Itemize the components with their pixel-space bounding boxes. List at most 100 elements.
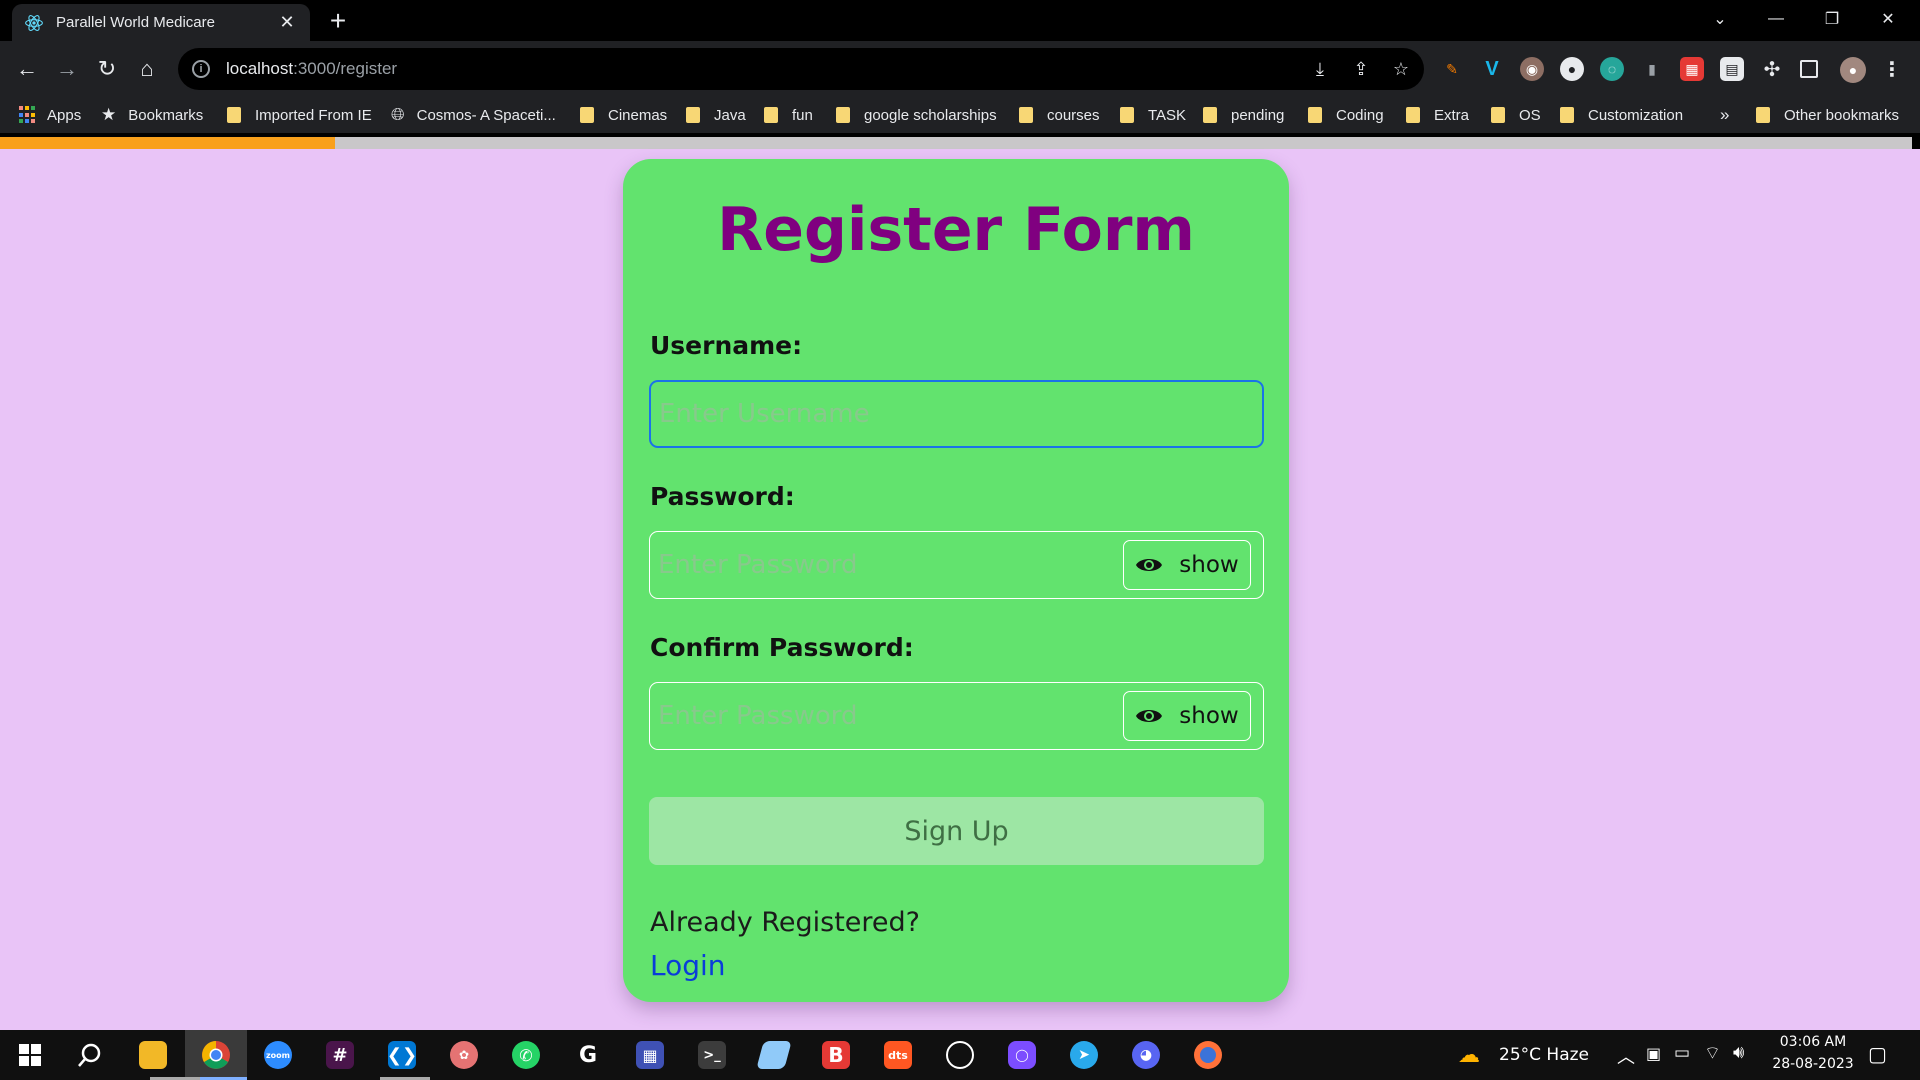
star-icon: ★ [101, 105, 117, 124]
volume-icon[interactable]: 🔊︎ [1733, 1042, 1744, 1063]
slack-icon[interactable]: # [320, 1035, 360, 1075]
share-icon[interactable]: ⇪ [1350, 58, 1372, 80]
reload-icon[interactable]: ↻ [89, 51, 125, 87]
tray-overflow-icon[interactable]: ︿ [1617, 1043, 1635, 1069]
circle-extension-icon[interactable]: ● [1560, 57, 1584, 81]
close-window-button[interactable]: ✕ [1860, 0, 1916, 38]
site-info-icon[interactable]: i [192, 60, 210, 78]
menu-kebab-icon[interactable]: ⋮ [1880, 57, 1904, 81]
folder-icon [1019, 107, 1033, 123]
bookmark-google-scholarships[interactable]: google scholarships [836, 97, 997, 133]
wifi-icon[interactable]: ⌔ [1704, 1042, 1721, 1065]
folder-icon [836, 107, 850, 123]
bookmark-task[interactable]: TASK [1120, 97, 1186, 133]
zoom-icon[interactable]: zoom [258, 1035, 298, 1075]
telegram-icon[interactable]: ➤ [1064, 1035, 1104, 1075]
bookmark-fun[interactable]: fun [764, 97, 813, 133]
new-tab-button[interactable]: + [323, 6, 353, 36]
bookmark-cosmos[interactable]: 🌐︎ Cosmos- A Spaceti... [391, 97, 556, 133]
bookmark-imported-from-ie[interactable]: Imported From IE [227, 97, 372, 133]
bookmark-label: Extra [1434, 106, 1470, 124]
bookmark-label: OS [1519, 106, 1541, 124]
b-app-icon[interactable]: B [816, 1035, 856, 1075]
bookmark-label: Cinemas [608, 106, 668, 124]
extensions-puzzle-icon[interactable]: ✣ [1760, 57, 1784, 81]
browser-tab[interactable]: Parallel World Medicare ✕ [12, 4, 310, 41]
tab-search-icon[interactable]: ⌄ [1692, 0, 1748, 38]
already-registered-text: Already Registered? [650, 907, 920, 938]
show-label: show [1179, 552, 1239, 578]
notifications-icon[interactable]: ▢ [1868, 1042, 1887, 1066]
obs-icon[interactable] [940, 1035, 980, 1075]
restore-button[interactable]: ❐ [1804, 0, 1860, 38]
bookmark-apps[interactable]: Apps [19, 97, 81, 133]
bookmark-bookmarks[interactable]: ★ Bookmarks [101, 97, 203, 133]
bookmark-java[interactable]: Java [686, 97, 746, 133]
clock-time[interactable]: 03:06 AM [1776, 1034, 1850, 1050]
pin-extension-icon[interactable]: ▮ [1640, 57, 1664, 81]
firefox-icon[interactable] [1188, 1035, 1228, 1075]
minimize-button[interactable]: — [1748, 0, 1804, 38]
profile-avatar[interactable]: ● [1840, 57, 1866, 83]
whatsapp-icon[interactable]: ✆ [506, 1035, 546, 1075]
weather-icon[interactable]: ☁ [1458, 1043, 1480, 1068]
start-icon[interactable] [10, 1035, 50, 1075]
bookmark-star-icon[interactable]: ☆ [1390, 58, 1412, 80]
close-tab-icon[interactable]: ✕ [276, 12, 298, 33]
bookmark-other-bookmarks[interactable]: Other bookmarks [1756, 97, 1899, 133]
folder-icon [1120, 107, 1134, 123]
bookmark-label: pending [1231, 106, 1285, 124]
address-bar[interactable]: i localhost:3000/register ⤓ ⇪ ☆ [178, 48, 1424, 90]
folder-icon [580, 107, 594, 123]
eraser-icon[interactable] [754, 1035, 794, 1075]
file-explorer-icon[interactable] [133, 1035, 173, 1075]
note-extension-icon[interactable]: ▤ [1720, 57, 1744, 81]
side-panel-icon[interactable] [1800, 60, 1818, 78]
calculator-icon[interactable]: ▦ [630, 1035, 670, 1075]
meet-icon[interactable]: ▣ [1646, 1044, 1661, 1063]
discord-icon[interactable]: ◕ [1126, 1035, 1166, 1075]
grammarly-icon[interactable]: G [568, 1035, 608, 1075]
username-input[interactable] [659, 382, 1262, 446]
grid-extension-icon[interactable]: ▦ [1680, 57, 1704, 81]
terminal-icon[interactable]: >_ [692, 1035, 732, 1075]
bookmarks-overflow-button[interactable]: » [1720, 97, 1729, 133]
vimeo-extension-icon[interactable]: V [1480, 57, 1504, 81]
bookmark-os[interactable]: OS [1491, 97, 1541, 133]
install-app-icon[interactable]: ⤓ [1309, 58, 1331, 80]
confirm-password-input[interactable] [658, 683, 1123, 749]
purple-app-icon[interactable]: ◯ [1002, 1035, 1042, 1075]
page-load-progress [0, 137, 1912, 149]
back-icon[interactable]: ← [9, 51, 45, 87]
password-input[interactable] [658, 532, 1123, 598]
dts-icon[interactable]: dts [878, 1035, 918, 1075]
folder-icon [1406, 107, 1420, 123]
bookmark-extra[interactable]: Extra [1406, 97, 1469, 133]
forward-icon[interactable]: → [49, 51, 85, 87]
chrome-icon[interactable] [196, 1035, 236, 1075]
search-icon[interactable] [70, 1035, 110, 1075]
login-link[interactable]: Login [650, 949, 726, 982]
bookmark-courses[interactable]: courses [1019, 97, 1100, 133]
sign-up-button[interactable]: Sign Up [649, 797, 1264, 865]
chat-extension-icon[interactable]: ◌ [1600, 57, 1624, 81]
show-confirm-password-button[interactable]: show [1123, 691, 1251, 741]
bookmark-pending[interactable]: pending [1203, 97, 1284, 133]
bookmark-cinemas[interactable]: Cinemas [580, 97, 667, 133]
show-password-button[interactable]: show [1123, 540, 1251, 590]
bookmark-label: Bookmarks [128, 106, 204, 124]
home-icon[interactable]: ⌂ [129, 51, 165, 87]
bookmark-customization[interactable]: Customization [1560, 97, 1683, 133]
windows-taskbar: zoom # ❮❯ ✿ ✆ G ▦ >_ B dts ◯ ➤ ◕ ☁ 25°C … [0, 1030, 1920, 1080]
bookmark-coding[interactable]: Coding [1308, 97, 1384, 133]
vscode-icon[interactable]: ❮❯ [382, 1035, 422, 1075]
eyes-extension-icon[interactable]: ◉ [1520, 57, 1544, 81]
pen-extension-icon[interactable]: ✎ [1440, 57, 1464, 81]
bookmark-label: Other bookmarks [1784, 106, 1900, 124]
paint-icon[interactable]: ✿ [444, 1035, 484, 1075]
clock-date[interactable]: 28-08-2023 [1766, 1056, 1860, 1072]
battery-icon[interactable]: ▭ [1674, 1043, 1690, 1063]
bookmark-label: courses [1047, 106, 1100, 124]
weather-text[interactable]: 25°C Haze [1499, 1045, 1589, 1065]
bookmark-label: Coding [1336, 106, 1384, 124]
